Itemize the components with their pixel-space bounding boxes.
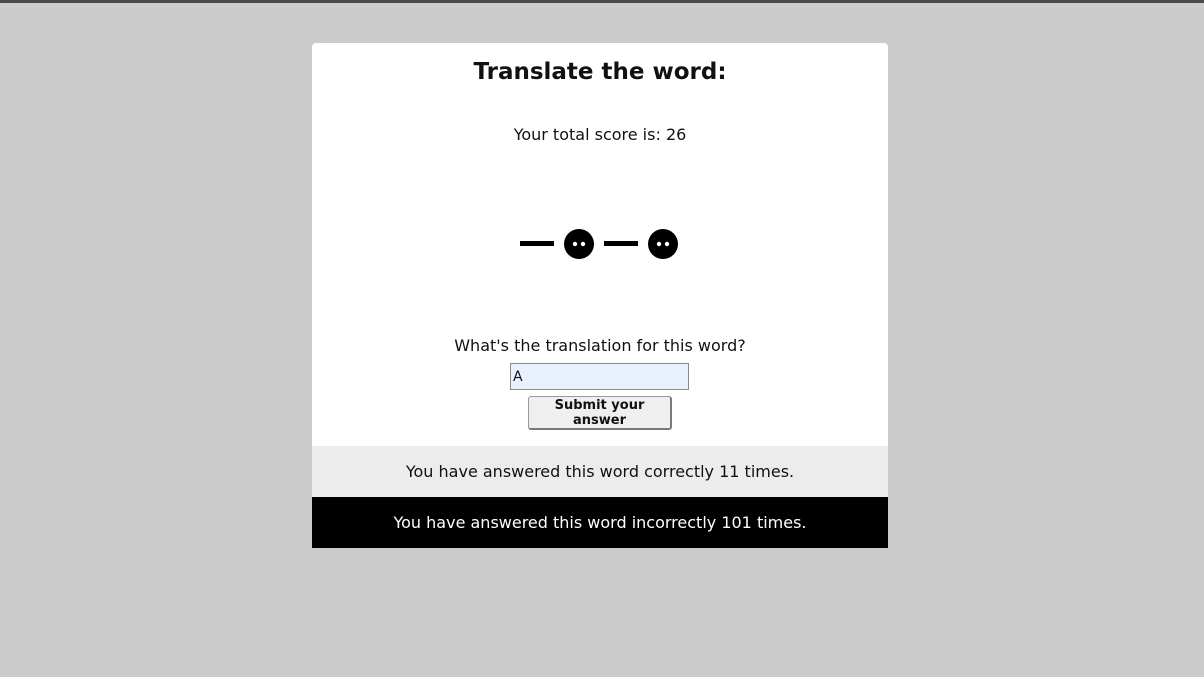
morse-dash-0 [520, 241, 554, 246]
correct-count-text: You have answered this word correctly 11… [405, 462, 795, 481]
window-top-border [0, 0, 1204, 3]
total-score: Your total score is: 26 [513, 125, 687, 144]
morse-dot-pair-3 [648, 229, 678, 259]
incorrect-count-text: You have answered this word incorrectly … [393, 513, 807, 532]
page-title: Translate the word: [473, 59, 727, 85]
translation-question: What's the translation for this word? [454, 336, 746, 355]
incorrect-count-banner: You have answered this word incorrectly … [312, 497, 888, 548]
correct-count-banner: You have answered this word correctly 11… [312, 446, 888, 497]
quiz-card: Translate the word: Your total score is:… [312, 43, 888, 548]
morse-word-icon [520, 229, 678, 259]
morse-dash-2 [604, 241, 638, 246]
submit-answer-button[interactable]: Submit your answer [528, 396, 672, 430]
answer-input[interactable] [510, 363, 689, 390]
morse-dot-pair-1 [564, 229, 594, 259]
